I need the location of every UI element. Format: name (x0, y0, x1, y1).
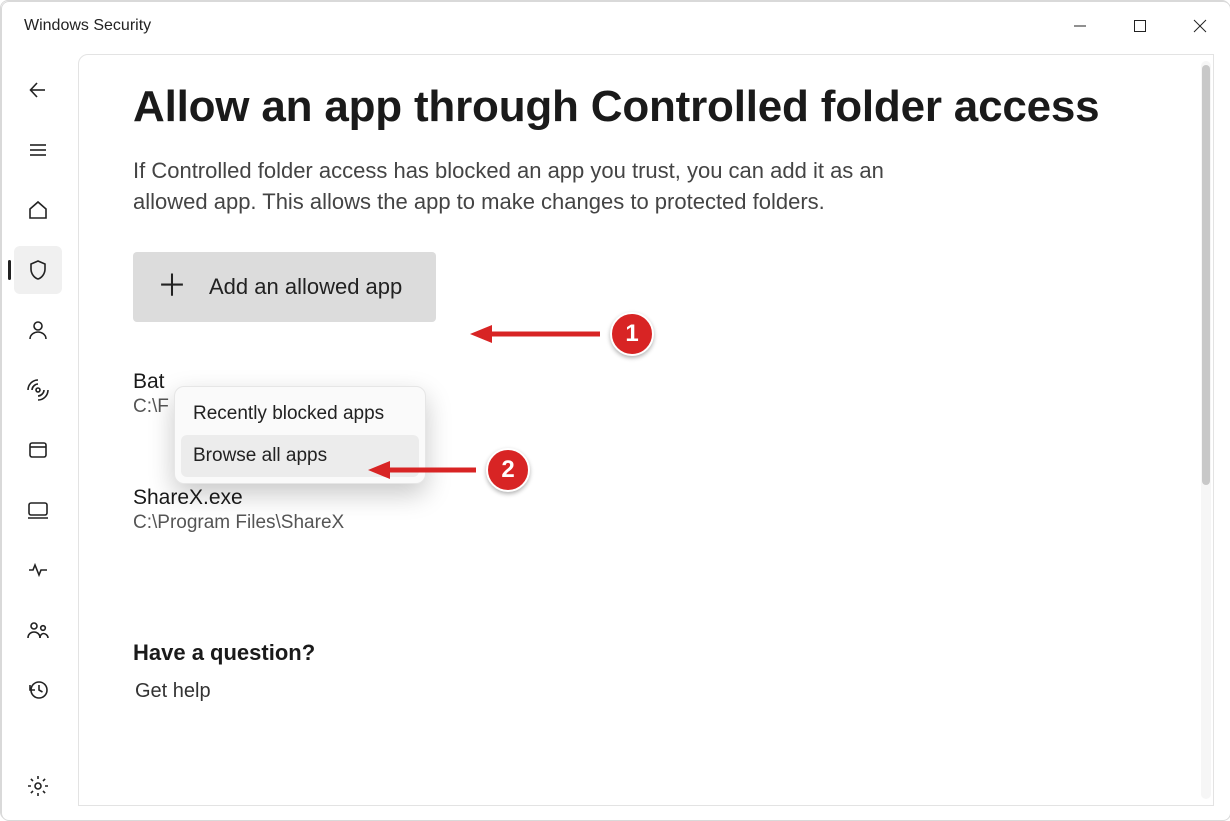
add-allowed-app-label: Add an allowed app (209, 274, 402, 300)
nav-protection-history[interactable] (14, 666, 62, 714)
back-button[interactable] (14, 66, 62, 114)
get-help-link[interactable]: Get help (133, 680, 1159, 703)
nav-home[interactable] (14, 186, 62, 234)
nav-account-protection[interactable] (14, 306, 62, 354)
title-bar: Windows Security (2, 2, 1230, 50)
scrollbar[interactable] (1201, 61, 1211, 799)
menu-browse-all-apps[interactable]: Browse all apps (181, 435, 419, 477)
nav-device-performance[interactable] (14, 546, 62, 594)
have-a-question-heading: Have a question? (133, 640, 1159, 666)
nav-virus-protection[interactable] (14, 246, 62, 294)
window-title: Windows Security (24, 17, 151, 35)
menu-recently-blocked[interactable]: Recently blocked apps (181, 393, 419, 435)
nav-family-options[interactable] (14, 606, 62, 654)
minimize-button[interactable] (1050, 2, 1110, 49)
menu-button[interactable] (14, 126, 62, 174)
nav-app-browser[interactable] (14, 426, 62, 474)
maximize-button[interactable] (1110, 2, 1170, 49)
scrollbar-thumb[interactable] (1202, 65, 1210, 485)
plus-icon: ＋ (157, 272, 187, 302)
add-app-dropdown: Recently blocked apps Browse all apps (174, 386, 426, 484)
close-button[interactable] (1170, 2, 1230, 49)
allowed-app-name: ShareX.exe (133, 486, 1159, 510)
page-title: Allow an app through Controlled folder a… (133, 79, 1159, 134)
allowed-app-path: C:\Program Files\ShareX (133, 512, 1159, 534)
window-buttons (1050, 2, 1230, 49)
page-description: If Controlled folder access has blocked … (133, 156, 893, 218)
sidebar (2, 50, 74, 821)
nav-firewall[interactable] (14, 366, 62, 414)
nav-settings[interactable] (14, 762, 62, 810)
allowed-app-item[interactable]: ShareX.exe C:\Program Files\ShareX (133, 486, 1159, 534)
add-allowed-app-button[interactable]: ＋ Add an allowed app (133, 252, 436, 322)
nav-device-security[interactable] (14, 486, 62, 534)
